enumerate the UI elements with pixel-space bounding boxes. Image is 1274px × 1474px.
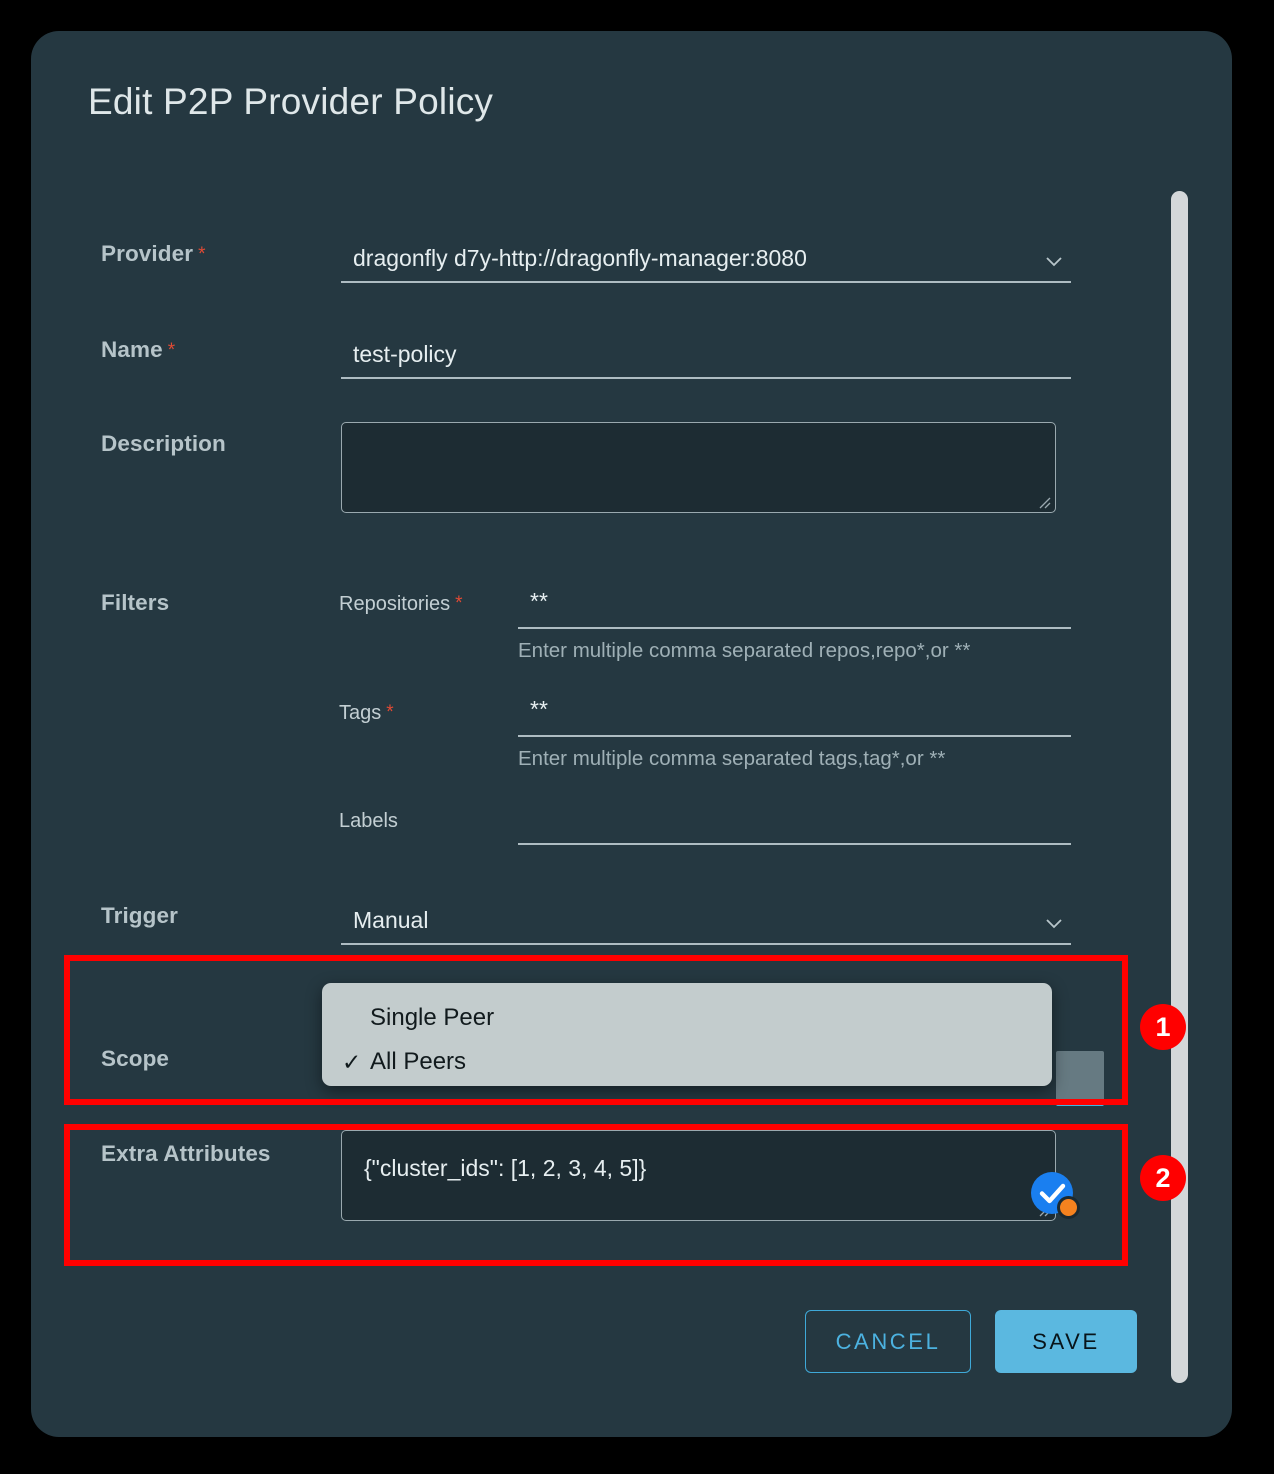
scope-dropdown-menu[interactable]: Single Peer ✓ All Peers xyxy=(322,983,1052,1086)
provider-select[interactable]: dragonfly d7y-http://dragonfly-manager:8… xyxy=(341,241,1071,283)
scope-option-label: Single Peer xyxy=(370,1004,495,1031)
resize-grip-icon[interactable] xyxy=(1035,493,1051,509)
repositories-input[interactable]: ** xyxy=(518,586,1071,629)
policy-form: Provider * dragonfly d7y-http://dragonfly… xyxy=(31,31,1232,1437)
extra-attributes-textarea[interactable]: {"cluster_ids": [1, 2, 3, 4, 5]} xyxy=(341,1130,1056,1221)
repositories-hint: Enter multiple comma separated repos,rep… xyxy=(518,639,971,662)
trigger-value: Manual xyxy=(353,907,429,933)
chevron-down-icon xyxy=(1043,250,1065,272)
chevron-down-icon xyxy=(1043,912,1065,934)
name-label: Name * xyxy=(101,337,176,362)
edit-p2p-provider-policy-dialog: Edit P2P Provider Policy Provider * drago… xyxy=(31,31,1232,1437)
extra-attributes-label: Extra Attributes xyxy=(101,1141,271,1166)
cancel-button[interactable]: CANCEL xyxy=(805,1310,971,1373)
tags-hint: Enter multiple comma separated tags,tag*… xyxy=(518,747,946,770)
required-asterisk: * xyxy=(386,702,394,723)
scope-select[interactable] xyxy=(1056,1051,1104,1106)
trigger-select[interactable]: Manual xyxy=(341,903,1071,945)
scope-option-label: All Peers xyxy=(370,1048,467,1075)
tags-input[interactable]: ** xyxy=(518,694,1071,737)
screen-root: Edit P2P Provider Policy Provider * drago… xyxy=(0,0,1274,1474)
extra-attributes-value: {"cluster_ids": [1, 2, 3, 4, 5]} xyxy=(364,1155,647,1181)
cursor-click-indicator xyxy=(1031,1172,1080,1219)
labels-input[interactable] xyxy=(518,802,1071,845)
check-icon: ✓ xyxy=(342,1048,362,1075)
tags-value: ** xyxy=(530,696,548,722)
scope-label: Scope xyxy=(101,1046,170,1071)
dialog-scrollbar[interactable] xyxy=(1171,191,1188,1383)
filters-label: Filters xyxy=(101,590,170,615)
labels-label: Labels xyxy=(339,810,398,832)
scope-option-all-peers[interactable]: ✓ All Peers xyxy=(322,1040,1052,1084)
provider-value: dragonfly d7y-http://dragonfly-manager:8… xyxy=(353,245,807,271)
name-value: test-policy xyxy=(353,341,457,367)
name-input[interactable]: test-policy xyxy=(341,337,1071,379)
provider-label: Provider * xyxy=(101,241,206,266)
save-button[interactable]: SAVE xyxy=(995,1310,1137,1373)
annotation-badge-1: 1 xyxy=(1140,1004,1186,1050)
repositories-label: Repositories * xyxy=(339,593,463,615)
tags-label: Tags * xyxy=(339,702,394,724)
required-asterisk: * xyxy=(167,340,176,361)
required-asterisk: * xyxy=(455,593,463,614)
trigger-label: Trigger xyxy=(101,903,178,928)
repositories-value: ** xyxy=(530,588,548,614)
cursor-dot-icon xyxy=(1057,1196,1080,1219)
required-asterisk: * xyxy=(198,244,206,265)
description-label: Description xyxy=(101,431,226,456)
annotation-badge-2: 2 xyxy=(1140,1155,1186,1201)
scope-option-single-peer[interactable]: Single Peer xyxy=(322,996,1052,1040)
description-textarea[interactable] xyxy=(341,422,1056,513)
